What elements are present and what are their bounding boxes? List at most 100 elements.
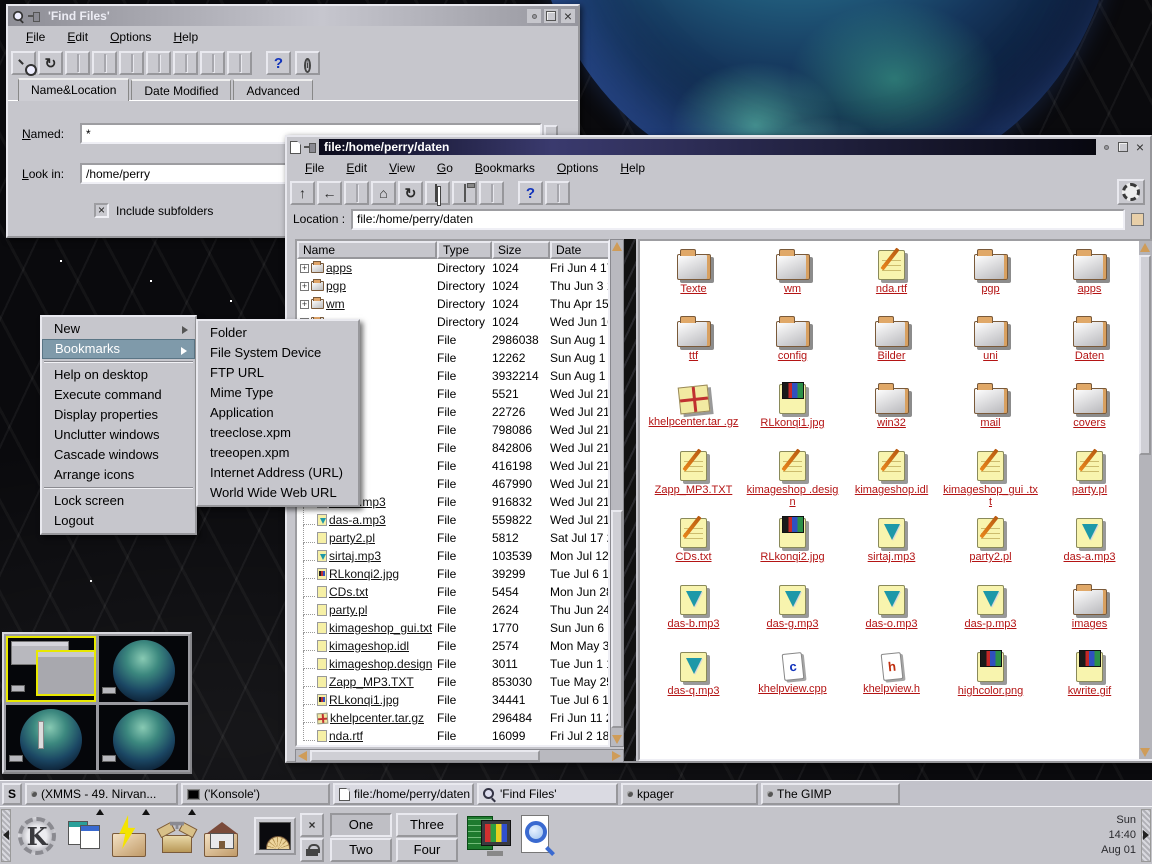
column-header-name[interactable]: Name — [297, 241, 437, 259]
menu-item-execute-command[interactable]: Execute command — [42, 385, 195, 405]
table-row[interactable]: nda.rtfFile16099Fri Jul 2 18:1 — [297, 727, 608, 745]
desktop-file-icon[interactable]: covers — [1040, 379, 1139, 446]
menu-item-arrange-icons[interactable]: Arrange icons — [42, 465, 195, 485]
menu-options[interactable]: Options — [547, 159, 608, 177]
taskbar-start-button[interactable]: S — [2, 783, 22, 805]
submenu-item-treeopen-xpm[interactable]: treeopen.xpm — [198, 443, 358, 463]
desktop-file-icon[interactable]: ttf — [644, 312, 743, 379]
desktop-file-icon[interactable]: Texte — [644, 245, 743, 312]
desktop-file-icon[interactable]: hkhelpview.h — [842, 647, 941, 714]
pager-desktop-2[interactable] — [99, 636, 189, 702]
copy-toolbar-button[interactable] — [425, 181, 450, 205]
info-toolbar-button[interactable]: i — [295, 51, 320, 75]
kde-gear-throbber[interactable] — [1117, 179, 1145, 205]
desktop-file-icon[interactable]: kwrite.gif — [1040, 647, 1139, 714]
column-header-size[interactable]: Size — [492, 241, 550, 259]
desktop-file-icon[interactable]: Daten — [1040, 312, 1139, 379]
desktop-button-two[interactable]: Two — [330, 838, 392, 862]
desktop-file-icon[interactable]: highcolor.png — [941, 647, 1040, 714]
desktop-file-icon[interactable]: das-o.mp3 — [842, 580, 941, 647]
lock-screen-button[interactable] — [300, 838, 324, 862]
file-name-link[interactable]: apps — [326, 261, 352, 275]
column-header-date[interactable]: Date — [550, 241, 610, 259]
scroll-up-arrow[interactable] — [1140, 243, 1150, 252]
pager-desktop-3[interactable] — [6, 705, 96, 771]
menu-item-logout[interactable]: Logout — [42, 511, 195, 531]
desktop-file-icon[interactable]: das-g.mp3 — [743, 580, 842, 647]
tab-advanced[interactable]: Advanced — [233, 79, 312, 100]
scroll-thumb[interactable] — [611, 510, 623, 728]
taskbar-item[interactable]: (XMMS - 49. Nirvan... — [25, 783, 178, 805]
menu-edit[interactable]: Edit — [336, 159, 377, 177]
desktop-file-icon[interactable]: kimageshop .design — [743, 446, 842, 513]
scroll-right-arrow[interactable] — [612, 751, 621, 761]
menu-edit[interactable]: Edit — [57, 28, 98, 46]
desktop-file-icon[interactable]: nda.rtf — [842, 245, 941, 312]
desktop-file-icon[interactable]: das-b.mp3 — [644, 580, 743, 647]
close-button[interactable]: × — [561, 9, 575, 23]
desktop-file-icon[interactable]: win32 — [842, 379, 941, 446]
maximize-button[interactable] — [1116, 140, 1130, 154]
find-tool-button[interactable] — [514, 813, 560, 859]
close-button[interactable]: × — [1133, 140, 1147, 154]
file-manager-titlebar[interactable]: file:/home/perry/daten × — [287, 137, 1150, 157]
menu-item-new[interactable]: New — [42, 319, 195, 339]
reload-toolbar-button[interactable]: ↻ — [398, 181, 423, 205]
desktop-file-icon[interactable]: RLkonqi2.jpg — [743, 513, 842, 580]
scroll-up-arrow[interactable] — [612, 242, 622, 251]
scroll-down-arrow[interactable] — [612, 735, 622, 744]
desktop-file-icon[interactable]: uni — [941, 312, 1040, 379]
terminal-shell-button[interactable] — [252, 813, 298, 859]
submenu-item-mime-type[interactable]: Mime Type — [198, 383, 358, 403]
submenu-item-folder[interactable]: Folder — [198, 323, 358, 343]
menu-file[interactable]: File — [295, 159, 334, 177]
desktop-file-icon[interactable]: Bilder — [842, 312, 941, 379]
desktop-file-icon[interactable]: party.pl — [1040, 446, 1139, 513]
tree-expander-icon[interactable]: + — [300, 282, 309, 291]
tab-name-location[interactable]: Name&Location — [18, 78, 129, 101]
submenu-item-file-system-device[interactable]: File System Device — [198, 343, 358, 363]
pager-desktop-4[interactable] — [99, 705, 189, 771]
pager-desktop-1[interactable] — [6, 636, 96, 702]
panel-hide-handle-left[interactable] — [1, 809, 11, 862]
column-header-type[interactable]: Type — [437, 241, 492, 259]
desktop-file-icon[interactable]: pgp — [941, 245, 1040, 312]
find-files-titlebar[interactable]: 'Find Files' × — [8, 6, 578, 26]
file-name-link[interactable]: pgp — [326, 279, 346, 293]
minimize-button[interactable] — [527, 9, 541, 23]
location-grip[interactable] — [1131, 213, 1144, 226]
include-subfolders-checkbox[interactable]: × — [94, 203, 109, 218]
taskbar-item[interactable]: The GIMP — [761, 783, 900, 805]
tree-horizontal-scrollbar[interactable] — [295, 749, 624, 763]
menu-item-bookmarks[interactable]: Bookmarks — [42, 339, 195, 359]
maximize-button[interactable] — [544, 9, 558, 23]
file-name-link[interactable]: nda.rtf — [329, 729, 363, 743]
window-list-button[interactable] — [62, 813, 108, 859]
system-monitor-button[interactable] — [466, 813, 512, 859]
desktop-file-icon[interactable]: Zapp_MP3.TXT — [644, 446, 743, 513]
home-toolbar-button[interactable]: ⌂ — [371, 181, 396, 205]
desktop-file-icon[interactable]: mail — [941, 379, 1040, 446]
refresh-toolbar-button[interactable]: ↻ — [38, 51, 63, 75]
location-input[interactable] — [351, 209, 1125, 230]
desktop-file-icon[interactable]: sirtaj.mp3 — [842, 513, 941, 580]
back-toolbar-button[interactable]: ← — [317, 181, 342, 205]
menu-item-display-properties[interactable]: Display properties — [42, 405, 195, 425]
desktop-file-icon[interactable]: RLkonqi1.jpg — [743, 379, 842, 446]
tab-date-modified[interactable]: Date Modified — [131, 79, 231, 100]
tree-expander-icon[interactable]: + — [300, 264, 309, 273]
panel-splitter[interactable] — [624, 239, 636, 761]
submenu-item-application[interactable]: Application — [198, 403, 358, 423]
panel-hide-handle-right[interactable] — [1141, 809, 1151, 862]
desktop-file-icon[interactable]: ckhelpview.cpp — [743, 647, 842, 714]
k-menu-button[interactable]: K — [14, 813, 60, 859]
table-row[interactable]: +wmDirectory1024Thu Apr 15 17 — [297, 295, 608, 313]
taskbar-item[interactable]: kpager — [621, 783, 758, 805]
package-tools-button[interactable] — [154, 813, 200, 859]
menu-item-help-on-desktop[interactable]: Help on desktop — [42, 365, 195, 385]
scroll-thumb[interactable] — [1139, 255, 1151, 455]
desktop-file-icon[interactable]: kimageshop.idl — [842, 446, 941, 513]
minimize-button[interactable] — [1099, 140, 1113, 154]
menu-help[interactable]: Help — [163, 28, 208, 46]
desktop-file-icon[interactable]: das-q.mp3 — [644, 647, 743, 714]
